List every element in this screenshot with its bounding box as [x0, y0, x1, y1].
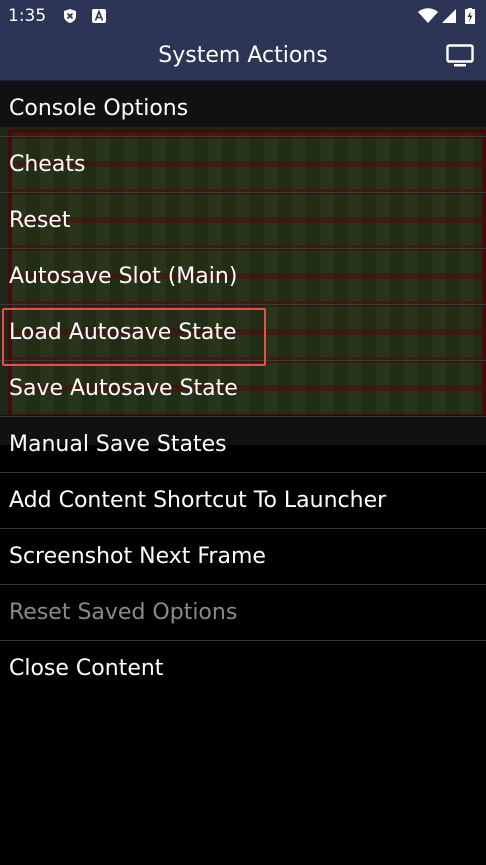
menu-item-reset-saved-options: Reset Saved Options	[0, 585, 486, 641]
system-actions-menu: Console Options Cheats Reset Autosave Sl…	[0, 81, 486, 696]
menu-item-manual-save-states[interactable]: Manual Save States	[0, 417, 486, 473]
menu-item-label: Reset	[9, 208, 71, 233]
a-badge-icon	[92, 9, 106, 23]
signal-icon	[442, 9, 456, 23]
menu-item-close-content[interactable]: Close Content	[0, 641, 486, 696]
menu-item-screenshot-next-frame[interactable]: Screenshot Next Frame	[0, 529, 486, 585]
wifi-icon	[418, 8, 438, 23]
app-bar: System Actions	[0, 32, 486, 81]
menu-item-label: Autosave Slot (Main)	[9, 264, 238, 289]
battery-charging-icon	[465, 8, 475, 24]
status-time: 1:35	[8, 6, 47, 26]
page-title: System Actions	[158, 43, 328, 68]
menu-item-label: Add Content Shortcut To Launcher	[9, 488, 387, 513]
menu-item-label: Screenshot Next Frame	[9, 544, 266, 569]
menu-item-label: Manual Save States	[9, 432, 227, 457]
menu-item-save-autosave-state[interactable]: Save Autosave State	[0, 361, 486, 417]
menu-item-label: Console Options	[9, 96, 189, 121]
menu-item-add-content-shortcut[interactable]: Add Content Shortcut To Launcher	[0, 473, 486, 529]
selection-highlight	[2, 308, 266, 366]
menu-item-label: Save Autosave State	[9, 376, 238, 401]
shield-x-icon	[64, 9, 76, 23]
menu-item-reset[interactable]: Reset	[0, 193, 486, 249]
status-bar: 1:35	[0, 0, 486, 32]
menu-item-cheats[interactable]: Cheats	[0, 137, 486, 193]
menu-item-console-options[interactable]: Console Options	[0, 81, 486, 137]
menu-item-label: Reset Saved Options	[9, 600, 238, 625]
menu-item-label: Cheats	[9, 152, 86, 177]
tv-icon[interactable]	[446, 44, 474, 68]
menu-item-label: Close Content	[9, 656, 164, 681]
menu-item-autosave-slot[interactable]: Autosave Slot (Main)	[0, 249, 486, 305]
